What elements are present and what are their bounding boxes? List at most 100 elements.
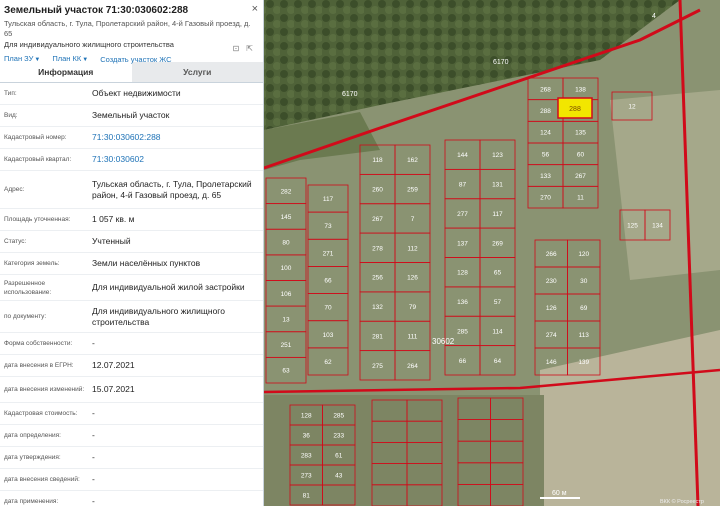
info-value: - (92, 408, 95, 418)
parcel-number: 270 (540, 195, 551, 202)
chevron-down-icon: ▼ (34, 57, 41, 63)
info-row: Вид: Земельный участок (0, 105, 263, 127)
parcel-number: 30 (580, 278, 588, 285)
parcel-number: 135 (575, 130, 586, 137)
parcel-number: 125 (627, 223, 638, 230)
parcel-number: 120 (578, 251, 589, 258)
parcel-number: 118 (372, 157, 383, 164)
share-icon[interactable]: ⇱ (246, 44, 253, 53)
parcel-number: 117 (492, 211, 503, 218)
info-row: дата применения: - (0, 491, 263, 506)
parcel-number: 266 (546, 251, 557, 258)
info-key: Тип: (4, 90, 17, 97)
scale-bar (540, 497, 580, 499)
info-key: Адрес: (4, 186, 25, 193)
plan-kk-link[interactable]: План КК▼ (52, 53, 88, 66)
parcel-number: 134 (652, 223, 663, 230)
info-row: дата определения: - (0, 425, 263, 447)
parcel-number: 281 (372, 333, 383, 340)
info-row: Кадастровый номер: 71:30:030602:288 (0, 127, 263, 149)
parcel-number: 273 (301, 473, 312, 480)
info-row: Разрешенное использование: Для индивидуал… (0, 275, 263, 301)
parcel-number: 65 (494, 270, 502, 277)
info-key: Вид: (4, 112, 18, 119)
quarter-label: 30602 (432, 337, 455, 346)
info-value: - (92, 496, 95, 506)
parcel-number: 268 (540, 86, 551, 93)
parcel-number: 64 (494, 358, 502, 365)
parcel-number: 112 (407, 245, 418, 252)
info-value-link[interactable]: 71:30:030602 (92, 154, 259, 165)
info-value: Земли населённых пунктов (92, 258, 201, 268)
info-key: дата определения: (4, 432, 61, 439)
parcel-number: 111 (408, 333, 418, 340)
parcel-number: 282 (281, 188, 292, 195)
parcel-number: 137 (457, 240, 468, 247)
info-table: Тип: Объект недвижимости Вид: Земельный уча… (0, 83, 263, 506)
info-value: Учтенный (92, 236, 131, 246)
road-label-2: 6170 (493, 59, 509, 66)
info-key: дата внесения сведений: (4, 476, 80, 483)
parcel-number: 62 (324, 359, 332, 366)
parcel-number: 73 (324, 223, 332, 230)
info-value-link[interactable]: 71:30:030602:288 (92, 132, 259, 143)
parcel-number: 81 (303, 493, 311, 500)
parcel-number: 11 (577, 195, 584, 202)
parcel-number: 139 (578, 359, 589, 366)
parcel-number: 251 (281, 342, 292, 349)
parcel-number: 80 (282, 240, 290, 247)
parcel-number: 114 (492, 328, 503, 335)
close-icon[interactable]: × (252, 3, 258, 15)
info-key: дата применения: (4, 498, 59, 505)
info-value: Земельный участок (92, 110, 170, 120)
info-key: Форма собственности: (4, 340, 73, 347)
info-row: дата внесения в ЕГРН: 12.07.2021 (0, 355, 263, 377)
parcel-number: 288 (540, 108, 551, 115)
info-row: по документу: Для индивидуального жилищно… (0, 301, 263, 333)
create-zs-link[interactable]: Создать участок ЖС (100, 54, 171, 65)
info-row: дата внесения изменений: 15.07.2021 (0, 377, 263, 403)
parcel-number: 267 (575, 173, 586, 180)
info-key: дата внесения в ЕГРН: (4, 362, 74, 369)
parcel-number: 126 (407, 275, 418, 282)
parcel-number: 132 (372, 304, 383, 311)
parcel-number: 146 (546, 359, 557, 366)
parcel-number: 233 (333, 433, 344, 440)
parcel-number: 126 (546, 305, 557, 312)
parcel-number: 12 (628, 104, 636, 111)
parcel-number: 66 (459, 358, 467, 365)
parcel-number: 144 (457, 152, 468, 159)
info-key: дата внесения изменений: (4, 386, 85, 393)
parcel-number: 162 (407, 157, 418, 164)
parcel-title: Земельный участок 71:30:030602:288 (4, 5, 189, 16)
parcel-number: 145 (281, 214, 292, 221)
parcel-number: 106 (281, 291, 292, 298)
info-value: Объект недвижимости (92, 88, 181, 98)
parcel-number: 271 (323, 250, 334, 257)
road-label-3: 4 (652, 13, 656, 20)
plan-zu-link[interactable]: План ЗУ▼ (4, 53, 40, 66)
parcel-number: 70 (324, 305, 332, 312)
parcel-number: 260 (372, 187, 383, 194)
info-value: - (92, 430, 95, 440)
info-row: Кадастровая стоимость: - (0, 403, 263, 425)
info-value: - (92, 338, 95, 348)
parcel-address: Тульская область, г. Тула, Пролетарский … (4, 19, 251, 38)
info-row: Адрес: Тульская область, г. Тула, Пролета… (0, 171, 263, 209)
parcel-number: 136 (457, 299, 468, 306)
parcel-number: 43 (335, 473, 343, 480)
parcel-number: 128 (301, 413, 312, 420)
info-key: Разрешенное использование: (4, 279, 52, 296)
info-value: - (92, 452, 95, 462)
info-row: Тип: Объект недвижимости (0, 83, 263, 105)
info-row: Категория земель: Земли населённых пункто… (0, 253, 263, 275)
zoom-to-icon[interactable]: ⊡ (233, 44, 240, 53)
info-key: по документу: (4, 313, 47, 320)
info-row: дата утверждения: - (0, 447, 263, 469)
parcel-number: 63 (282, 368, 290, 375)
selected-parcel-label: 288 (569, 106, 581, 113)
info-key: дата утверждения: (4, 454, 61, 461)
road-label-1: 6170 (342, 91, 358, 98)
parcel-number: 124 (540, 130, 551, 137)
parcel-number: 57 (494, 299, 502, 306)
